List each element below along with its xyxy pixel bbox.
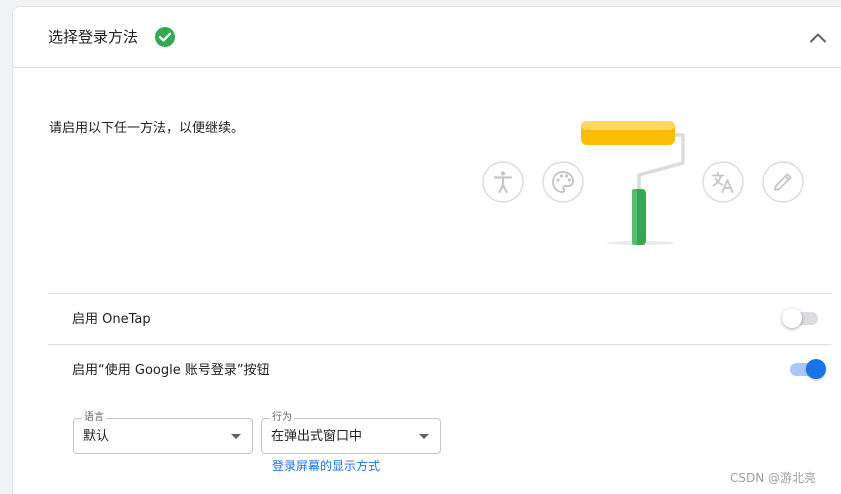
google-button-toggle[interactable]: [786, 358, 826, 380]
behavior-select-value: 在弹出式窗口中: [271, 429, 363, 444]
translate-icon: [702, 161, 744, 203]
onetap-toggle-thumb: [782, 308, 802, 328]
language-select-label: 语言: [82, 412, 106, 424]
behavior-select[interactable]: 行为 在弹出式窗口中: [261, 412, 441, 454]
dropdown-arrow-icon: [419, 434, 429, 439]
google-button-row: 启用“使用 Google 账号登录”按钮: [48, 344, 831, 484]
google-button-label: 启用“使用 Google 账号登录”按钮: [72, 363, 270, 378]
onetap-row: 启用 OneTap: [48, 293, 831, 344]
pencil-icon: [762, 161, 804, 203]
chevron-up-icon[interactable]: [806, 26, 830, 50]
onetap-toggle[interactable]: [782, 307, 822, 329]
behavior-select-label: 行为: [270, 412, 294, 424]
palette-icon: [542, 161, 584, 203]
accessibility-icon: [482, 161, 524, 203]
check-circle-icon: [155, 27, 175, 47]
display-mode-link[interactable]: 登录屏幕的显示方式: [272, 458, 380, 474]
paint-roller-icon: [581, 121, 685, 245]
section-title: 选择登录方法: [48, 28, 139, 46]
sign-in-method-card: 选择登录方法 请启用以下任一方法，以便继续。 启用 OneTap 启用“使用 G…: [12, 6, 841, 494]
language-select-value: 默认: [83, 429, 110, 444]
intro-text: 请启用以下任一方法，以便继续。: [49, 121, 245, 136]
card-header[interactable]: 选择登录方法: [13, 7, 841, 68]
dropdown-arrow-icon: [231, 434, 241, 439]
onetap-label: 启用 OneTap: [72, 312, 151, 327]
watermark: CSDN @游北亮: [730, 471, 817, 485]
google-button-toggle-thumb: [806, 359, 826, 379]
language-select[interactable]: 语言 默认: [73, 412, 253, 454]
